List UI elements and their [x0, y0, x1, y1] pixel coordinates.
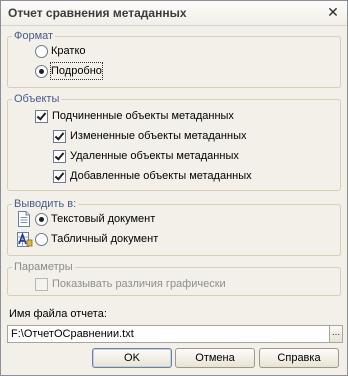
format-option-brief[interactable]: Кратко	[35, 43, 86, 59]
file-name-label: Имя файла отчета:	[9, 308, 107, 320]
deleted-objects-checkbox[interactable]	[53, 149, 66, 163]
added-objects-checkbox[interactable]	[53, 169, 66, 183]
help-button[interactable]: Справка	[259, 348, 339, 368]
changed-objects-label: Измененные объекты метаданных	[70, 130, 247, 142]
added-objects-label: Добавленные объекты метаданных	[70, 170, 252, 182]
added-objects-row[interactable]: Добавленные объекты метаданных	[53, 168, 252, 184]
deleted-objects-label: Удаленные объекты метаданных	[70, 150, 239, 162]
ok-button[interactable]: OK	[92, 348, 172, 368]
output-text-document-row[interactable]: Текстовый документ	[35, 211, 155, 227]
changed-objects-checkbox[interactable]	[53, 129, 66, 143]
changed-objects-row[interactable]: Измененные объекты метаданных	[53, 128, 246, 144]
format-group-title: Формат	[12, 29, 56, 43]
output-spreadsheet-row[interactable]: Табличный документ	[35, 231, 158, 247]
text-document-icon	[18, 211, 30, 227]
objects-group-title: Объекты	[12, 92, 62, 106]
browse-button[interactable]: ...	[330, 325, 343, 343]
file-name-input[interactable]: F:\ОтчетОСравнении.txt	[7, 325, 330, 343]
compare-report-dialog: Отчет сравнения метаданных ✕ Формат Крат…	[0, 0, 348, 376]
subordinate-objects-label: Подчиненные объекты метаданных	[52, 110, 234, 122]
parameters-group-title: Параметры	[12, 260, 75, 274]
output-text-label: Текстовый документ	[51, 213, 156, 225]
subordinate-objects-row[interactable]: Подчиненные объекты метаданных	[35, 108, 234, 124]
format-brief-radio[interactable]	[35, 44, 48, 58]
deleted-objects-row[interactable]: Удаленные объекты метаданных	[53, 148, 239, 164]
subordinate-objects-checkbox[interactable]	[35, 109, 48, 123]
close-icon[interactable]: ✕	[325, 5, 341, 21]
output-group-title: Выводить в:	[12, 197, 79, 211]
show-graphic-diff-checkbox[interactable]	[35, 277, 48, 291]
output-spreadsheet-radio[interactable]	[35, 232, 48, 246]
window-title: Отчет сравнения метаданных	[8, 6, 187, 20]
show-graphic-diff-label: Показывать различия графически	[52, 278, 226, 290]
spreadsheet-document-icon	[17, 232, 33, 247]
cancel-button[interactable]: Отмена	[175, 348, 255, 368]
output-spreadsheet-label: Табличный документ	[51, 233, 159, 245]
format-option-detailed[interactable]: Подробно	[35, 62, 103, 80]
format-detailed-label: Подробно	[50, 62, 103, 80]
title-bar[interactable]: Отчет сравнения метаданных ✕	[1, 1, 347, 26]
show-graphic-diff-row[interactable]: Показывать различия графически	[35, 276, 226, 292]
format-detailed-radio[interactable]	[35, 64, 48, 78]
output-text-radio[interactable]	[35, 212, 48, 226]
format-brief-label: Кратко	[51, 45, 86, 57]
